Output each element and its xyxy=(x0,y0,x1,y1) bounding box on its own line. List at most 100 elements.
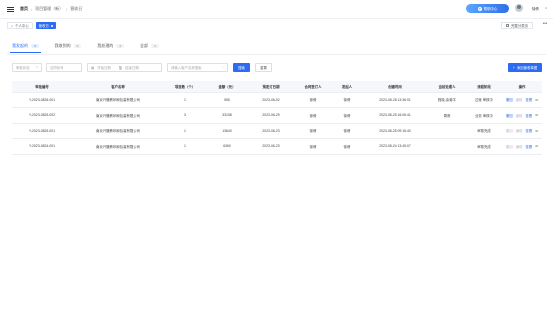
created-time: 2023-08-25 16:06:41 xyxy=(362,107,428,124)
more-icon[interactable]: ••• xyxy=(535,129,538,133)
breadcrumb-home[interactable]: 首页 xyxy=(20,6,28,12)
chevron-down-icon: ∨ xyxy=(36,66,38,69)
edit-button: 编辑 xyxy=(515,129,523,134)
project-count: 1 xyxy=(164,123,206,139)
approval-id: Y-2023-0826-001 xyxy=(12,92,72,108)
filter-bar: 审批状态 ∨ 合同标号 ▦ 开始日期 至 结束日期 请输入客户名称搜索 ⌕ 搜索… xyxy=(12,63,272,72)
view-button[interactable]: 查看 xyxy=(525,97,532,102)
current-handler: 程晓,余菊平 xyxy=(428,92,466,108)
tab-label: 全部 xyxy=(140,43,149,48)
breadcrumb: 首页 / 项目管理（新） / 营收日 xyxy=(20,6,82,12)
process-stage: 过帐 审核中 xyxy=(466,92,502,108)
created-time: 2023-08-25 09:16:40 xyxy=(362,123,428,139)
amount: 555 xyxy=(206,92,248,108)
username[interactable]: 徐倩 xyxy=(532,6,539,11)
range-separator: 至 xyxy=(118,66,123,70)
amount: 6360 xyxy=(206,138,248,155)
view-button[interactable]: 查看 xyxy=(525,128,532,133)
start-date-placeholder: 开始日期 xyxy=(97,66,111,70)
amount: 33158 xyxy=(206,107,248,124)
initiator: 徐倩 xyxy=(332,107,362,124)
more-icon[interactable]: ••• xyxy=(543,21,548,27)
calendar-icon: ▦ xyxy=(91,65,95,70)
table-row[interactable]: Y-2023-0825-002 南京兴隆教印刷包装有限公司 3 33158 20… xyxy=(12,107,542,124)
column-header: 合同签订人 xyxy=(294,81,332,93)
project-count: 1 xyxy=(164,138,206,155)
tab-processed[interactable]: 我处理的 4 xyxy=(97,42,125,50)
tag-label: 个人中心 xyxy=(15,24,29,28)
more-icon[interactable]: ••• xyxy=(535,144,538,148)
created-time: 2023-08-24 13:45:07 xyxy=(362,138,428,155)
withdraw-button: 撤回 xyxy=(505,144,513,149)
table-row[interactable]: Y-2023-0825-001 南京兴隆教印刷包装有限公司 1 13840 20… xyxy=(12,123,542,139)
chevron-down-icon[interactable]: ∨ xyxy=(545,6,547,10)
contract-signer: 徐倩 xyxy=(294,107,332,124)
table-header-row: 审批编号 客户名称 项目数（个） 金额（元） 预定订日期 合同签订人 发起人 创… xyxy=(12,81,542,93)
full-category-button[interactable]: 完整分类页 xyxy=(501,22,533,29)
customer-search-input[interactable]: 请输入客户名称搜索 ⌕ xyxy=(167,63,228,72)
scheduled-date: 2023-06-23 xyxy=(248,123,294,139)
home-icon: ⌂ xyxy=(11,23,14,28)
operations-cell: 撤回 编辑 查看 ••• xyxy=(502,107,542,124)
column-header: 项目数（个） xyxy=(164,81,206,93)
customer-search-placeholder: 请输入客户名称搜索 xyxy=(171,66,202,70)
contract-number-input[interactable]: 合同标号 xyxy=(46,63,82,72)
customer-name: 南京兴隆教印刷包装有限公司 xyxy=(72,107,164,124)
reset-button[interactable]: 重置 xyxy=(255,63,272,72)
withdraw-button[interactable]: 撤回 xyxy=(506,97,513,102)
approval-id: Y-2023-0824-001 xyxy=(12,138,72,155)
initiator: 徐倩 xyxy=(332,92,362,108)
search-icon: ⌕ xyxy=(222,66,224,69)
column-header: 预定订日期 xyxy=(248,81,294,93)
status-select[interactable]: 审批状态 ∨ xyxy=(12,63,42,72)
menu-icon[interactable] xyxy=(7,6,14,12)
edit-button: 编辑 xyxy=(515,144,523,149)
date-range-picker[interactable]: ▦ 开始日期 至 结束日期 xyxy=(87,63,162,72)
withdraw-button[interactable]: 撤回 xyxy=(506,113,513,118)
scheduled-date: 2023-06-29 xyxy=(248,107,294,124)
table-row[interactable]: Y-2023-0826-001 南京兴隆教印刷包装有限公司 1 555 2023… xyxy=(12,92,542,108)
search-button[interactable]: 搜索 xyxy=(233,63,250,72)
contract-signer: 徐倩 xyxy=(294,138,332,155)
more-icon[interactable]: ••• xyxy=(535,113,538,117)
full-category-label: 完整分类页 xyxy=(511,24,528,28)
fullscreen-icon xyxy=(506,24,510,27)
operations-cell: 撤回 编辑 查看 ••• xyxy=(502,138,542,155)
top-bar: 首页 / 项目管理（新） / 营收日 ? 帮助中心 徐倩 ∨ xyxy=(0,0,553,19)
column-header: 发起人 xyxy=(332,81,362,93)
process-stage: 审核完成 xyxy=(466,123,502,139)
main-panel: 我发起的 4 我收到的 0 我处理的 4 全部 4 审批状态 ∨ 合同标号 ▦ … xyxy=(7,35,546,165)
process-stage: 审核完成 xyxy=(466,138,502,155)
avatar[interactable] xyxy=(515,4,523,12)
tab-received[interactable]: 我收到的 0 xyxy=(55,42,82,50)
tab-all[interactable]: 全部 4 xyxy=(140,42,159,50)
column-header: 金额（元） xyxy=(206,81,248,93)
breadcrumb-separator: / xyxy=(31,6,33,12)
tab-list: 我发起的 4 我收到的 0 我处理的 4 全部 4 xyxy=(10,42,159,53)
table-row[interactable]: Y-2023-0824-001 南京兴隆教印刷包装有限公司 1 6360 202… xyxy=(12,138,542,155)
tag-revenue[interactable]: 营收日 xyxy=(35,22,56,29)
column-header: 操作 xyxy=(502,81,542,93)
add-revenue-button[interactable]: + 添加营收单据 xyxy=(508,63,542,72)
tab-initiated[interactable]: 我发起的 4 xyxy=(10,42,41,53)
tab-label: 我收到的 xyxy=(54,43,71,48)
view-button[interactable]: 查看 xyxy=(525,144,532,149)
tab-count-badge: 4 xyxy=(116,44,125,48)
more-icon[interactable]: ••• xyxy=(535,98,538,102)
tag-personal-center[interactable]: ⌂ 个人中心 xyxy=(7,22,33,29)
amount: 13840 xyxy=(206,123,248,139)
plus-icon: + xyxy=(512,65,515,70)
initiator: 徐倩 xyxy=(332,123,362,139)
tab-count-badge: 4 xyxy=(151,44,159,48)
tab-divider xyxy=(7,54,546,55)
tab-count-badge: 4 xyxy=(31,44,39,48)
view-button[interactable]: 查看 xyxy=(525,113,532,118)
end-date-placeholder: 结束日期 xyxy=(125,66,139,70)
breadcrumb-current: 营收日 xyxy=(70,6,83,11)
tab-label: 我发起的 xyxy=(12,43,28,48)
add-revenue-label: 添加营收单据 xyxy=(516,66,538,70)
revenue-table: 审批编号 客户名称 项目数（个） 金额（元） 预定订日期 合同签订人 发起人 创… xyxy=(12,81,542,155)
help-center-button[interactable]: ? 帮助中心 xyxy=(466,4,509,13)
tab-label: 我处理的 xyxy=(97,43,114,48)
breadcrumb-project[interactable]: 项目管理（新） xyxy=(35,6,63,12)
